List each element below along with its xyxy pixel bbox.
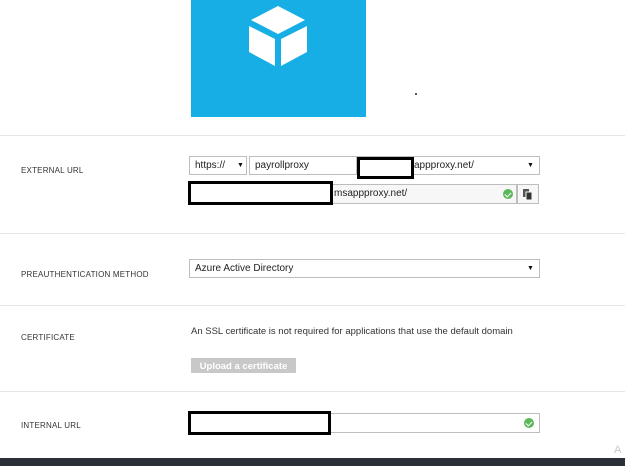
check-icon <box>503 189 513 199</box>
chevron-down-icon: ▼ <box>527 162 534 169</box>
redaction-box <box>188 181 333 205</box>
upload-certificate-button[interactable]: Upload a certificate <box>191 358 296 373</box>
copy-icon <box>523 189 533 200</box>
preauth-select[interactable]: Azure Active Directory ▼ <box>189 259 540 278</box>
divider <box>0 135 625 136</box>
divider <box>0 233 625 234</box>
chevron-down-icon: ▼ <box>527 265 534 272</box>
full-url-value: msappproxy.net/ <box>334 188 408 199</box>
chevron-down-icon: ▼ <box>237 162 244 169</box>
external-url-label: EXTERNAL URL <box>21 166 84 175</box>
stray-dot <box>415 93 417 95</box>
check-icon <box>524 418 534 428</box>
internal-url-label: INTERNAL URL <box>21 421 81 430</box>
redaction-box <box>357 157 414 179</box>
divider <box>0 391 625 392</box>
copy-button[interactable] <box>517 184 539 204</box>
app-name-value: payrollproxy <box>255 160 309 171</box>
divider <box>0 305 625 306</box>
footer-bar <box>0 458 625 466</box>
corner-glyph: A <box>614 444 622 456</box>
app-logo-tile <box>191 0 366 117</box>
scheme-select[interactable]: https:// ▼ <box>189 156 247 175</box>
preauth-value: Azure Active Directory <box>195 263 294 274</box>
redaction-box <box>188 411 331 435</box>
certificate-label: CERTIFICATE <box>21 333 75 342</box>
scheme-value: https:// <box>195 160 226 171</box>
domain-value: sappproxy.net/ <box>409 160 474 171</box>
cube-icon <box>249 6 307 66</box>
certificate-message: An SSL certificate is not required for a… <box>191 326 513 337</box>
preauth-label: PREAUTHENTICATION METHOD <box>21 270 149 279</box>
app-name-input[interactable]: payrollproxy <box>249 156 357 175</box>
